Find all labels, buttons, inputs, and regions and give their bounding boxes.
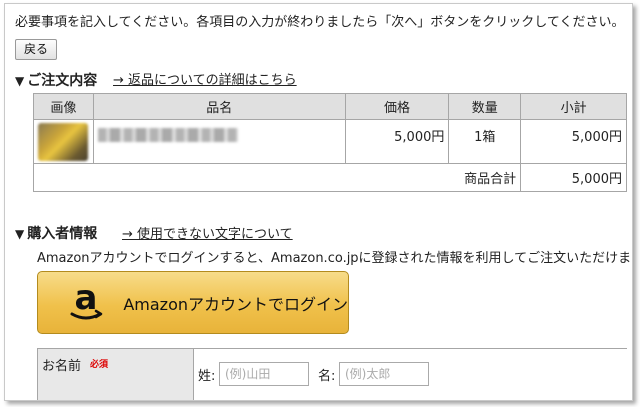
first-name-label: 名: <box>318 369 336 384</box>
product-name-cell <box>92 119 346 164</box>
amazon-login-label: Amazonアカウントでログイン <box>123 294 348 314</box>
first-name-input[interactable] <box>339 362 429 386</box>
name-label: お名前 <box>42 359 82 374</box>
required-badge: 必須 <box>90 360 109 370</box>
buyer-section-title: ▼ 購入者情報 <box>15 223 97 243</box>
order-section-title: ▼ ご注文内容 <box>15 70 97 90</box>
product-thumbnail <box>38 123 88 161</box>
back-button[interactable]: 戻る <box>15 39 57 60</box>
page-frame: 必要事項を記入してください。各項目の入力が終わりましたら「次へ」ボタンをクリック… <box>4 3 633 401</box>
header-image: 画像 <box>33 93 94 120</box>
svg-text:a: a <box>74 281 97 318</box>
order-table-header: 画像 品名 価格 数量 小計 <box>33 93 627 120</box>
amazon-login-note: Amazonアカウントでログインすると、Amazon.co.jpに登録された情報… <box>37 251 633 266</box>
product-subtotal: 5,000円 <box>520 119 627 164</box>
total-value: 5,000円 <box>520 163 627 192</box>
triangle-down-icon: ▼ <box>15 74 25 88</box>
triangle-down-icon: ▼ <box>15 227 25 241</box>
returns-info-link[interactable]: → 返品についての詳細はこちら <box>113 69 297 88</box>
intro-text: 必要事項を記入してください。各項目の入力が終わりましたら「次へ」ボタンをクリック… <box>15 15 625 30</box>
last-name-input[interactable] <box>219 362 309 386</box>
unusable-characters-link[interactable]: → 使用できない文字について <box>122 223 293 242</box>
total-row: 商品合計 5,000円 <box>32 163 627 192</box>
last-name-label: 姓: <box>198 369 216 384</box>
product-name-redacted <box>97 128 238 142</box>
order-section-label: ご注文内容 <box>27 73 98 89</box>
header-price: 価格 <box>344 93 450 120</box>
total-label: 商品合計 <box>32 163 522 192</box>
order-table: 画像 品名 価格 数量 小計 5,000円 1箱 5,000円 商品合計 5,0… <box>32 93 627 192</box>
buyer-section-label: 購入者情報 <box>27 226 98 242</box>
amazon-logo-icon: a <box>60 278 111 328</box>
product-image-cell <box>33 119 94 164</box>
name-form-row: お名前 必須 姓: 名: <box>37 348 627 400</box>
product-price: 5,000円 <box>344 119 450 164</box>
name-label-cell: お名前 必須 <box>38 349 194 400</box>
amazon-login-button[interactable]: a Amazonアカウントでログイン <box>37 271 349 334</box>
product-quantity: 1箱 <box>448 119 522 164</box>
header-subtotal: 小計 <box>520 93 627 120</box>
header-quantity: 数量 <box>448 93 522 120</box>
header-product-name: 品名 <box>92 93 346 120</box>
table-row: 5,000円 1箱 5,000円 <box>33 119 627 164</box>
